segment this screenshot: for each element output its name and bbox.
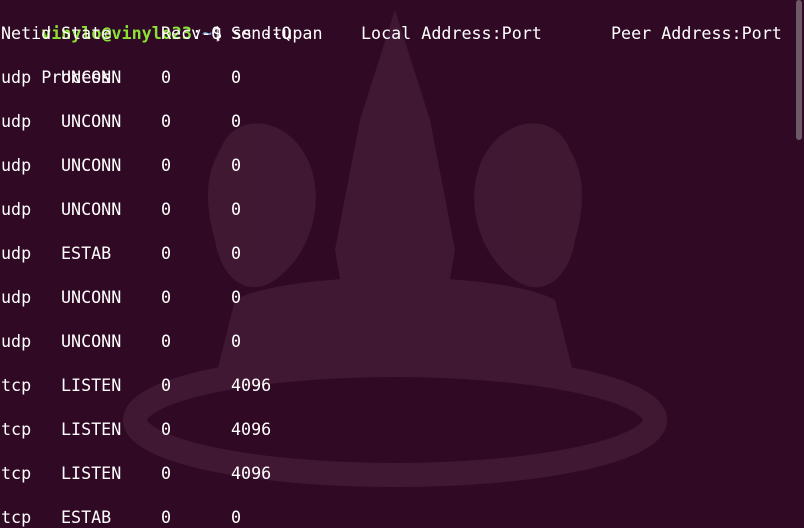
row-recvq: 0 — [161, 155, 172, 175]
row-netid: tcp — [1, 463, 32, 483]
prompt-line: vinylo@vinylo23:~$ ss -tupan — [1, 0, 322, 43]
row-state: UNCONN — [61, 111, 122, 131]
row-recvq: 0 — [161, 243, 172, 263]
row-state: UNCONN — [61, 331, 122, 351]
row-sendq: 0 — [231, 287, 242, 307]
row-sendq: 0 — [231, 155, 242, 175]
row-sendq: 4096 — [231, 463, 272, 483]
row-netid: tcp — [1, 375, 32, 395]
row-recvq: 0 — [161, 507, 172, 527]
row-recvq: 0 — [161, 331, 172, 351]
row-recvq: 0 — [161, 463, 172, 483]
header-process-line: Process — [1, 44, 111, 87]
row-netid: udp — [1, 331, 32, 351]
row-netid: udp — [1, 287, 32, 307]
row-recvq: 0 — [161, 111, 172, 131]
row-recvq: 0 — [161, 67, 172, 87]
header-peer: Peer Address:Port — [611, 23, 782, 43]
row-recvq: 0 — [161, 419, 172, 439]
row-netid: udp — [1, 243, 32, 263]
row-netid: tcp — [1, 507, 32, 527]
scrollbar-thumb[interactable] — [796, 0, 802, 140]
row-sendq: 0 — [231, 111, 242, 131]
header-state: State — [61, 23, 112, 43]
row-sendq: 0 — [231, 67, 242, 87]
row-sendq: 4096 — [231, 419, 272, 439]
row-state: UNCONN — [61, 199, 122, 219]
row-sendq: 0 — [231, 331, 242, 351]
row-netid: tcp — [1, 419, 32, 439]
terminal-window[interactable]: vinylo@vinylo23:~$ ss -tupan Netid State… — [0, 0, 804, 528]
header-recvq: Recv-Q — [161, 23, 222, 43]
header-local: Local Address:Port — [361, 23, 542, 43]
row-netid: udp — [1, 199, 32, 219]
row-state: LISTEN — [61, 419, 122, 439]
table-header: Netid State Recv-Q Send-Q Local Address:… — [1, 22, 782, 44]
row-netid: udp — [1, 155, 32, 175]
row-sendq: 4096 — [231, 375, 272, 395]
row-recvq: 0 — [161, 199, 172, 219]
row-state: UNCONN — [61, 155, 122, 175]
row-state: LISTEN — [61, 375, 122, 395]
header-sendq: Send-Q — [231, 23, 292, 43]
row-state: LISTEN — [61, 463, 122, 483]
row-recvq: 0 — [161, 287, 172, 307]
header-netid: Netid — [1, 23, 52, 43]
row-recvq: 0 — [161, 375, 172, 395]
row-netid: udp — [1, 111, 32, 131]
row-state: ESTAB — [61, 243, 112, 263]
row-state: ESTAB — [61, 507, 112, 527]
row-state: UNCONN — [61, 287, 122, 307]
row-state: UNCONN — [61, 67, 122, 87]
row-sendq: 0 — [231, 243, 242, 263]
row-netid: udp — [1, 67, 32, 87]
row-sendq: 0 — [231, 507, 242, 527]
row-sendq: 0 — [231, 199, 242, 219]
